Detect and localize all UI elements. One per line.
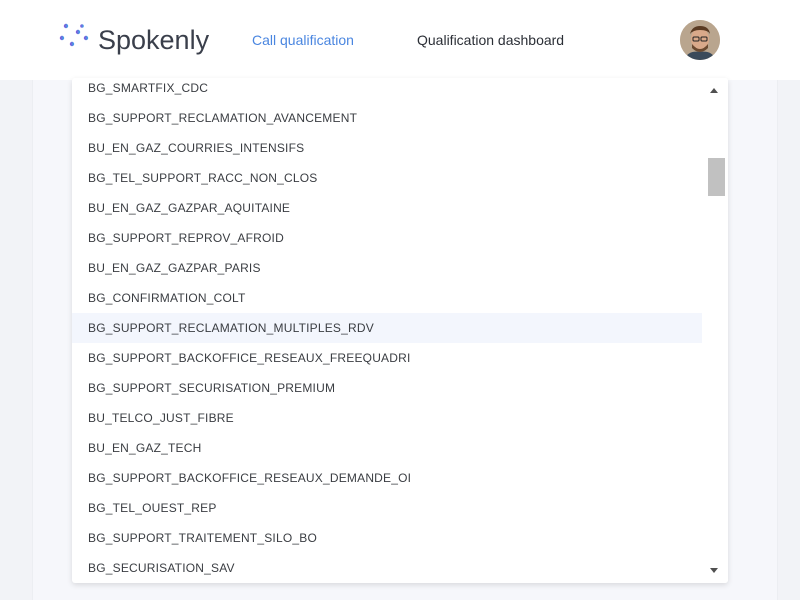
dropdown-option[interactable]: BG_TEL_SUPPORT_RACC_NON_CLOS bbox=[72, 163, 702, 193]
scroll-thumb[interactable] bbox=[708, 158, 725, 196]
dropdown-option[interactable]: BG_SECURISATION_SAV bbox=[72, 553, 702, 583]
dropdown-options: BG_SMARTFIX_CDC BG_SUPPORT_RECLAMATION_AV… bbox=[72, 78, 702, 583]
dropdown-option[interactable]: BG_SUPPORT_SECURISATION_PREMIUM bbox=[72, 373, 702, 403]
dropdown-option[interactable]: BU_EN_GAZ_GAZPAR_AQUITAINE bbox=[72, 193, 702, 223]
dropdown-option[interactable]: BU_EN_GAZ_GAZPAR_PARIS bbox=[72, 253, 702, 283]
dropdown-option[interactable]: BG_SMARTFIX_CDC bbox=[72, 78, 702, 103]
dropdown-option[interactable]: BG_SUPPORT_BACKOFFICE_RESEAUX_DEMANDE_OI bbox=[72, 463, 702, 493]
spokenly-logo-icon bbox=[58, 22, 90, 50]
brand-name: Spokenly bbox=[98, 25, 210, 55]
dropdown-option[interactable]: BU_TELCO_JUST_FIBRE bbox=[72, 403, 702, 433]
dropdown-option[interactable]: BG_SUPPORT_BACKOFFICE_RESEAUX_FREEQUADRI bbox=[72, 343, 702, 373]
user-avatar[interactable] bbox=[680, 20, 720, 60]
scroll-down-arrow-icon[interactable] bbox=[710, 568, 718, 573]
dropdown-option[interactable]: BG_TEL_OUEST_REP bbox=[72, 493, 702, 523]
qualification-dropdown-list[interactable]: BG_SMARTFIX_CDC BG_SUPPORT_RECLAMATION_AV… bbox=[72, 78, 728, 583]
dropdown-option[interactable]: BG_CONFIRMATION_COLT bbox=[72, 283, 702, 313]
dropdown-option[interactable]: BU_EN_GAZ_COURRIES_INTENSIFS bbox=[72, 133, 702, 163]
dropdown-option[interactable]: BG_SUPPORT_TRAITEMENT_SILO_BO bbox=[72, 523, 702, 553]
dropdown-option[interactable]: BU_EN_GAZ_TECH bbox=[72, 433, 702, 463]
avatar-portrait-icon bbox=[680, 20, 720, 60]
top-header: Spokenly Call qualification Qualificatio… bbox=[0, 0, 800, 80]
dropdown-scrollbar[interactable] bbox=[702, 78, 728, 583]
scroll-up-arrow-icon[interactable] bbox=[710, 88, 718, 93]
dropdown-option[interactable]: BG_SUPPORT_RECLAMATION_AVANCEMENT bbox=[72, 103, 702, 133]
dropdown-option[interactable]: BG_SUPPORT_RECLAMATION_MULTIPLES_RDV bbox=[72, 313, 702, 343]
dropdown-option[interactable]: BG_SUPPORT_REPROV_AFROID bbox=[72, 223, 702, 253]
nav-qualification-dashboard[interactable]: Qualification dashboard bbox=[417, 31, 564, 49]
nav-call-qualification[interactable]: Call qualification bbox=[252, 31, 354, 49]
